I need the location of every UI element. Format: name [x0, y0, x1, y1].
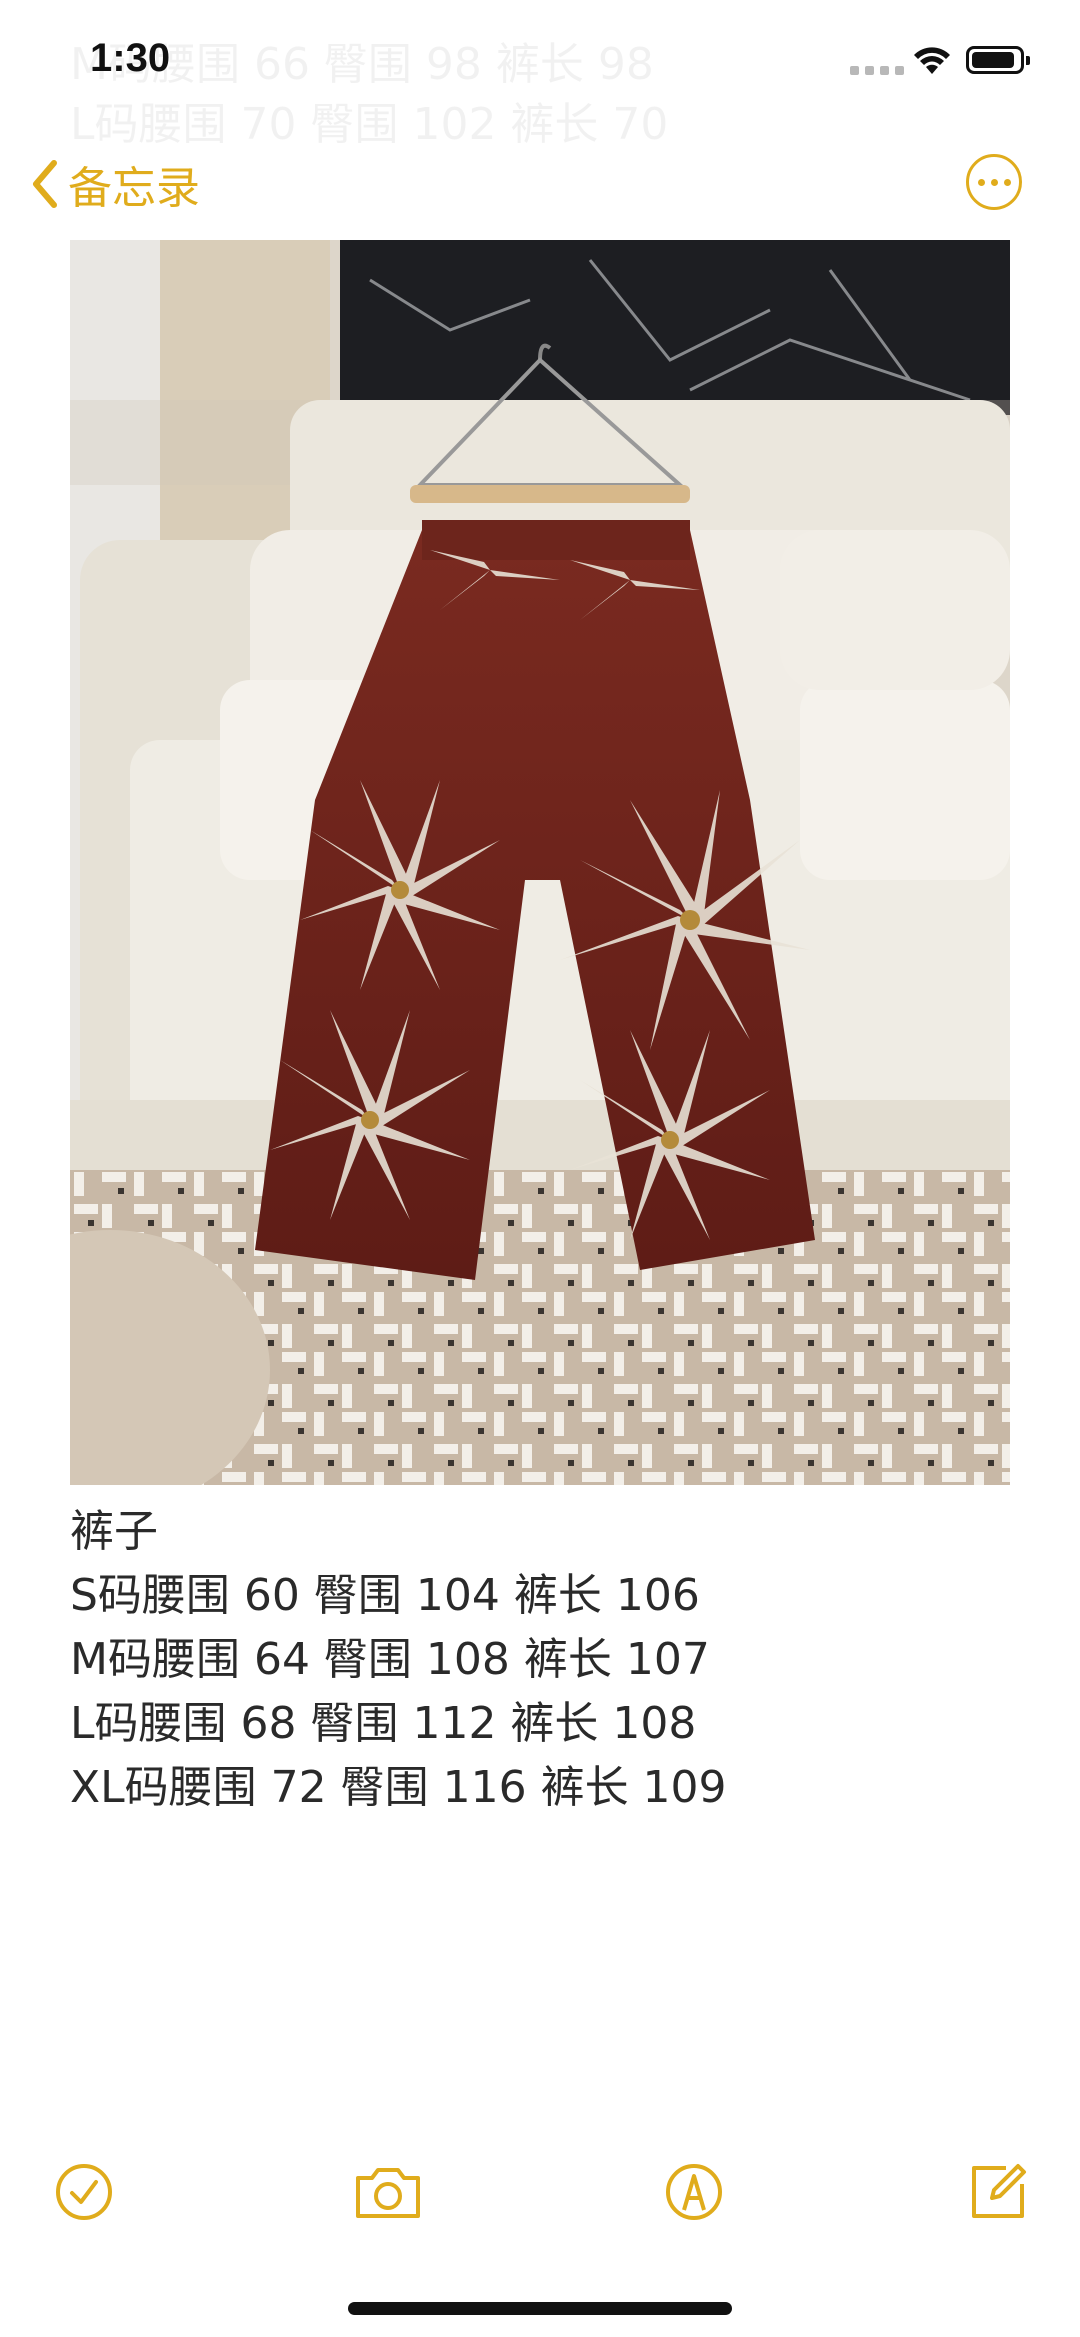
wifi-icon: [914, 47, 950, 74]
note-photo-attachment[interactable]: [70, 240, 1010, 1485]
note-line-size-l: L码腰围 68 臀围 112 裤长 108: [70, 1698, 697, 1749]
compose-icon[interactable]: [966, 2160, 1030, 2224]
note-line-size-s: S码腰围 60 臀围 104 裤长 106: [70, 1570, 700, 1621]
note-line-title: 裤子: [70, 1506, 158, 1557]
battery-icon: [966, 46, 1030, 74]
status-time: 1:30: [90, 36, 171, 80]
home-indicator[interactable]: [348, 2302, 732, 2315]
back-button[interactable]: 备忘录: [30, 152, 200, 216]
chevron-left-icon: [33, 160, 57, 208]
markup-icon[interactable]: [662, 2160, 726, 2224]
status-bar: 1:30: [0, 0, 1080, 130]
checklist-icon[interactable]: [52, 2160, 116, 2224]
ellipsis-icon: [977, 178, 985, 186]
note-body[interactable]: 裤子 S码腰围 60 臀围 104 裤长 106 M码腰围 64 臀围 108 …: [70, 1500, 1010, 1820]
camera-icon[interactable]: [352, 2160, 424, 2224]
trousers-photo: [70, 240, 1010, 1485]
note-line-size-xl: XL码腰围 72 臀围 116 裤长 109: [70, 1762, 727, 1813]
back-button-label: 备忘录: [68, 163, 200, 214]
note-line-size-m: M码腰围 64 臀围 108 裤长 107: [70, 1634, 710, 1685]
more-options-button[interactable]: [966, 154, 1022, 210]
cellular-signal-icon: [850, 66, 904, 75]
